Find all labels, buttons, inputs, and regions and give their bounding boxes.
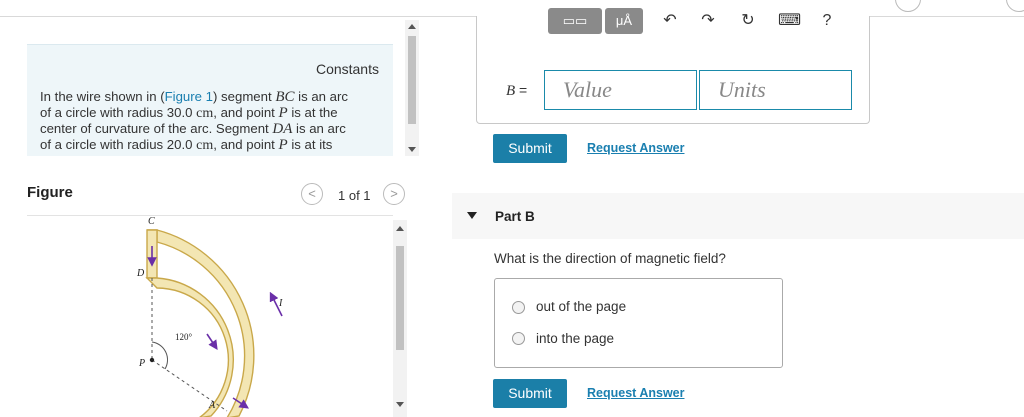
- current-arrow: [206, 333, 218, 350]
- undo-icon[interactable]: ↶: [659, 10, 681, 32]
- prev-figure-button[interactable]: <: [301, 183, 323, 205]
- part-b-title[interactable]: Part B: [495, 209, 535, 224]
- units-symbols-button[interactable]: μÅ: [605, 8, 643, 34]
- figure-pager: 1 of 1: [338, 188, 371, 203]
- keyboard-icon[interactable]: ⌨: [778, 10, 801, 32]
- submit-button-part-a[interactable]: Submit: [493, 134, 567, 163]
- value-input[interactable]: Value: [544, 70, 697, 110]
- constants-scrollbar[interactable]: [405, 20, 419, 156]
- next-figure-button[interactable]: >: [383, 183, 405, 205]
- scroll-up-icon[interactable]: [396, 226, 404, 231]
- units-input[interactable]: Units: [699, 70, 852, 110]
- point-p: [149, 357, 155, 363]
- figure-image: C D P A I 120°: [27, 215, 393, 417]
- label-p: P: [138, 358, 145, 369]
- scroll-down-icon[interactable]: [396, 402, 404, 407]
- option-out-of-page[interactable]: out of the page: [536, 299, 626, 314]
- redo-icon[interactable]: ↷: [697, 10, 719, 32]
- figure-link[interactable]: Figure 1: [165, 89, 213, 104]
- request-answer-link-part-b[interactable]: Request Answer: [587, 386, 684, 400]
- wire-arc-bc: [147, 229, 255, 417]
- wire-arc-da: [145, 277, 234, 417]
- scroll-up-icon[interactable]: [408, 24, 416, 29]
- help-icon[interactable]: ?: [816, 10, 838, 32]
- templates-button[interactable]: ▭▭: [548, 8, 602, 34]
- corner-control[interactable]: [1006, 0, 1024, 12]
- request-answer-link-part-a[interactable]: Request Answer: [587, 141, 684, 155]
- figure-title: Figure: [27, 184, 73, 201]
- constants-title[interactable]: Constants: [316, 61, 379, 77]
- figure-scrollbar[interactable]: [393, 220, 407, 417]
- label-angle: 120°: [175, 332, 193, 342]
- reset-icon[interactable]: ↻: [737, 10, 759, 32]
- wire-diagram: C D P A I 120°: [136, 216, 283, 417]
- corner-control[interactable]: [895, 0, 921, 12]
- label-d: D: [136, 268, 145, 279]
- scroll-thumb[interactable]: [408, 36, 416, 124]
- label-i: I: [278, 298, 283, 309]
- constants-panel: Constants In the wire shown in (Figure 1…: [27, 44, 393, 156]
- radio-into-page[interactable]: [512, 332, 525, 345]
- options-box: [494, 278, 783, 368]
- angle-arc: [151, 341, 169, 370]
- radio-out-of-page[interactable]: [512, 301, 525, 314]
- part-b-header[interactable]: [452, 193, 1024, 239]
- part-b-question: What is the direction of magnetic field?: [494, 251, 726, 266]
- caret-down-icon[interactable]: [467, 212, 477, 219]
- scroll-thumb[interactable]: [396, 246, 404, 350]
- label-a: A: [208, 400, 216, 411]
- label-c: C: [148, 216, 155, 227]
- submit-button-part-b[interactable]: Submit: [493, 379, 567, 408]
- option-into-page[interactable]: into the page: [536, 331, 614, 346]
- answer-variable-label: B =: [506, 82, 528, 99]
- scroll-down-icon[interactable]: [408, 147, 416, 152]
- problem-statement: In the wire shown in (Figure 1) segment …: [40, 89, 348, 153]
